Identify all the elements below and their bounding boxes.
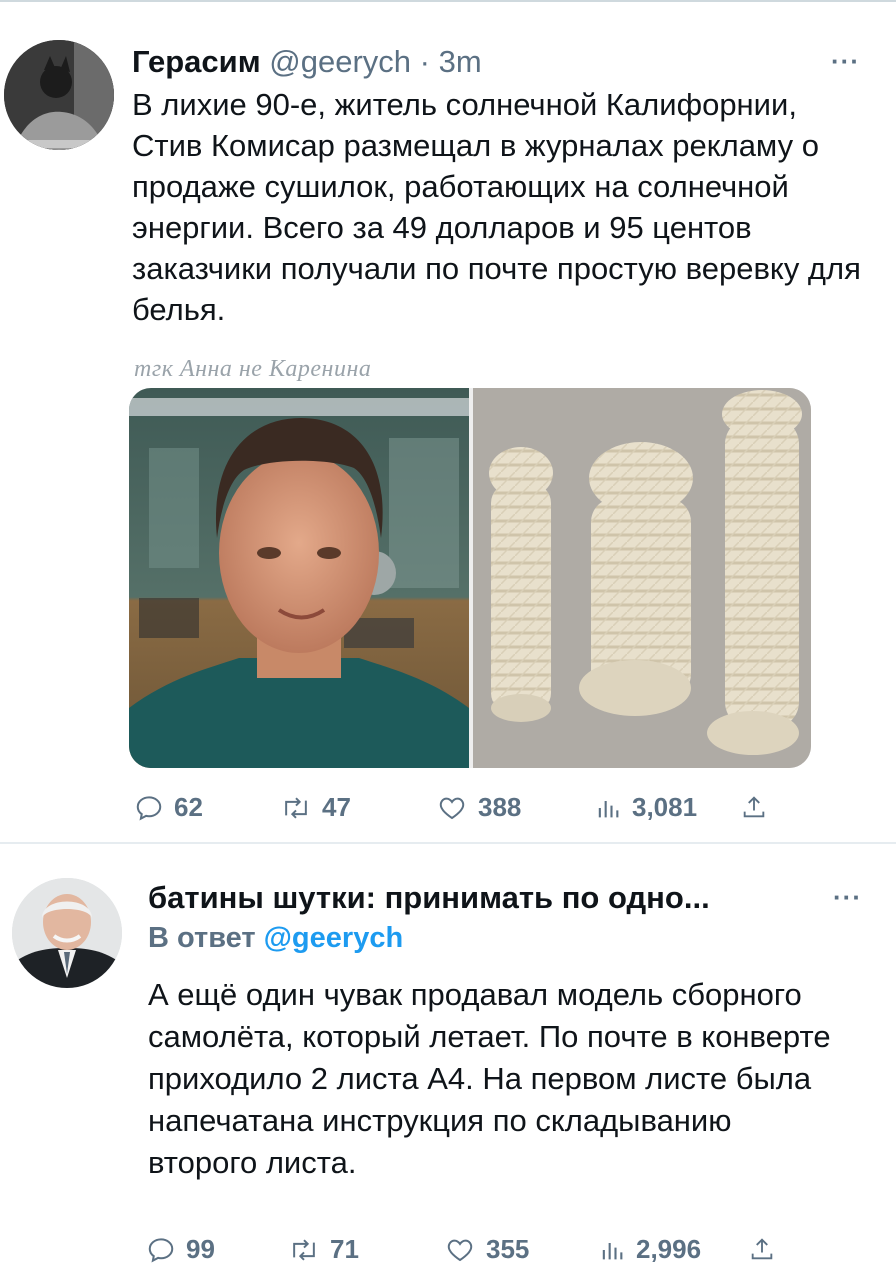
author-name[interactable]: батины шутки: принимать по одно...	[148, 880, 710, 915]
reply-button[interactable]: 62	[134, 792, 203, 823]
retweet-icon	[285, 796, 307, 819]
tweet-media[interactable]	[129, 388, 811, 768]
author-handle[interactable]: @geerych	[269, 44, 411, 79]
tweet-header: батины шутки: принимать по одно...	[148, 880, 710, 916]
share-button[interactable]	[748, 1234, 786, 1264]
like-button[interactable]: 355	[444, 1234, 529, 1265]
tweet-header: Герасим @geerych · 3m	[132, 44, 482, 80]
reply-count: 62	[174, 792, 203, 822]
avatar[interactable]	[4, 40, 114, 150]
reply-mention-link[interactable]: @geerych	[264, 922, 404, 954]
reply-prefix: В ответ	[148, 922, 256, 954]
share-button[interactable]	[740, 792, 778, 822]
reply-count: 99	[186, 1234, 215, 1264]
reply-icon	[136, 795, 162, 820]
retweet-count: 71	[330, 1234, 359, 1264]
like-button[interactable]: 388	[436, 792, 521, 823]
replying-to: В ответ @geerych	[148, 922, 403, 955]
retweet-icon	[293, 1238, 315, 1261]
share-icon	[743, 796, 765, 818]
tweet[interactable]: Герасим @geerych · 3m ··· В лихие 90-е, …	[0, 0, 896, 842]
tweet-text: А ещё один чувак продавал модель сборног…	[148, 977, 831, 1180]
retweet-button[interactable]: 71	[288, 1234, 359, 1265]
views-icon	[602, 1242, 623, 1259]
timestamp[interactable]: 3m	[439, 44, 482, 79]
retweet-button[interactable]: 47	[280, 792, 351, 823]
retweet-count: 47	[322, 792, 351, 822]
watermark: тгк Анна не Каренина	[134, 356, 372, 382]
reply-tweet[interactable]: батины шутки: принимать по одно... ··· В…	[0, 842, 896, 1282]
views-count: 3,081	[632, 792, 698, 822]
separator-dot: ·	[419, 44, 430, 79]
like-icon	[447, 1239, 473, 1261]
views-button[interactable]: 2,996	[598, 1234, 701, 1265]
like-count: 388	[478, 792, 522, 822]
man-portrait-image[interactable]	[129, 388, 469, 768]
views-button[interactable]: 3,081	[594, 792, 697, 823]
author-name[interactable]: Герасим	[132, 44, 261, 79]
views-icon	[598, 800, 619, 817]
like-icon	[439, 797, 465, 819]
share-icon	[751, 1238, 773, 1260]
rope-image[interactable]	[473, 388, 811, 768]
like-count: 355	[486, 1234, 530, 1264]
more-options-icon[interactable]: ···	[831, 46, 860, 77]
tweet-text: В лихие 90-е, житель солнечной Калифорни…	[132, 87, 861, 327]
reply-button[interactable]: 99	[146, 1234, 215, 1265]
views-count: 2,996	[636, 1234, 702, 1264]
more-options-icon[interactable]: ···	[833, 882, 862, 913]
avatar[interactable]	[12, 878, 122, 988]
reply-icon	[148, 1237, 174, 1262]
